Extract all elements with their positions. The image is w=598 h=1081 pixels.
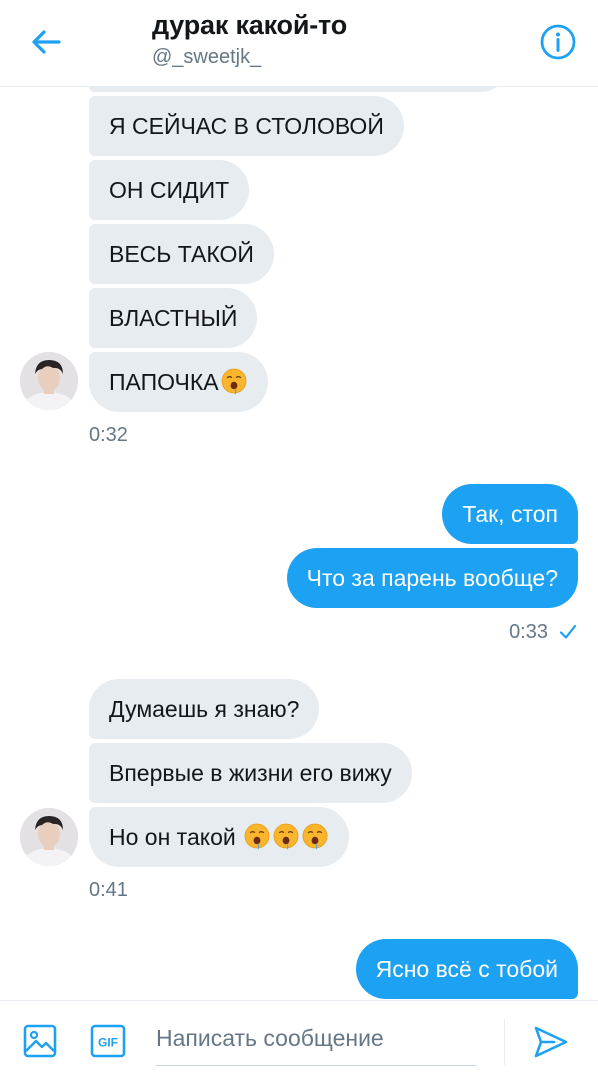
arrow-left-icon [32,30,61,54]
message-text: ПАПОЧКА [109,369,219,395]
incoming-message[interactable]: Но он такой [89,807,350,867]
message-text: Ясно всё с тобой [375,956,558,982]
message-text: Впервые в жизни его вижу [109,760,392,786]
incoming-message[interactable]: ВЕСЬ ТАКОЙ [89,224,274,284]
info-icon [540,24,576,60]
message-timestamp: 0:32 [89,424,128,446]
image-icon [23,1024,57,1058]
message-text: Но он такой [109,824,236,850]
svg-text:GIF: GIF [98,1036,118,1050]
message-text: Думаешь я знаю? [109,696,300,722]
message-composer: GIF [0,1000,598,1081]
message-text: Что за парень вообще? [306,565,558,591]
send-icon [534,1026,568,1058]
message-text: Так, стоп [462,501,558,527]
outgoing-message[interactable]: Так, стоп [442,484,578,544]
incoming-message[interactable]: ВЛАСТНЫЙ [89,288,258,348]
message-timestamp: 0:41 [89,879,128,901]
incoming-message[interactable]: Я СЕЙЧАС В СТОЛОВОЙ [89,96,404,156]
info-button[interactable] [538,22,578,62]
incoming-message[interactable]: ПАПОЧКА [89,352,268,412]
drooling-face-emoji [272,823,300,851]
composer-divider [504,1019,505,1065]
gif-icon: GIF [90,1024,126,1058]
conversation-username[interactable]: @_sweetjk_ [152,46,261,69]
send-button[interactable] [532,1023,570,1061]
add-image-button[interactable] [22,1023,58,1059]
message-text: ОН СИДИТ [109,177,230,203]
checkmark-icon [559,624,577,639]
message-list[interactable]: Я СЕЙЧАС В СТОЛОВОЙ ОН СИДИТ ВЕСЬ ТАКОЙ … [0,86,598,1000]
message-input[interactable] [156,1011,476,1066]
conversation-header: дурак какой-то @_sweetjk_ [0,0,598,87]
incoming-message[interactable]: Думаешь я знаю? [89,679,320,739]
incoming-message[interactable]: ОН СИДИТ [89,160,250,220]
conversation-title[interactable]: дурак какой-то [152,10,347,41]
avatar[interactable] [20,352,78,410]
avatar[interactable] [20,808,78,866]
message-text: ВЕСЬ ТАКОЙ [109,241,254,267]
incoming-message[interactable]: Впервые в жизни его вижу [89,743,412,803]
drooling-face-emoji [243,823,271,851]
message-timestamp: 0:33 [509,621,548,643]
drooling-face-emoji [301,823,329,851]
back-button[interactable] [26,22,66,62]
message-text: ВЛАСТНЫЙ [109,305,238,331]
outgoing-message[interactable]: Ясно всё с тобой [355,939,578,999]
message-text: Я СЕЙЧАС В СТОЛОВОЙ [109,113,384,139]
outgoing-message[interactable]: Что за парень вообще? [286,548,578,608]
drooling-face-emoji [220,368,248,396]
add-gif-button[interactable]: GIF [90,1023,126,1059]
